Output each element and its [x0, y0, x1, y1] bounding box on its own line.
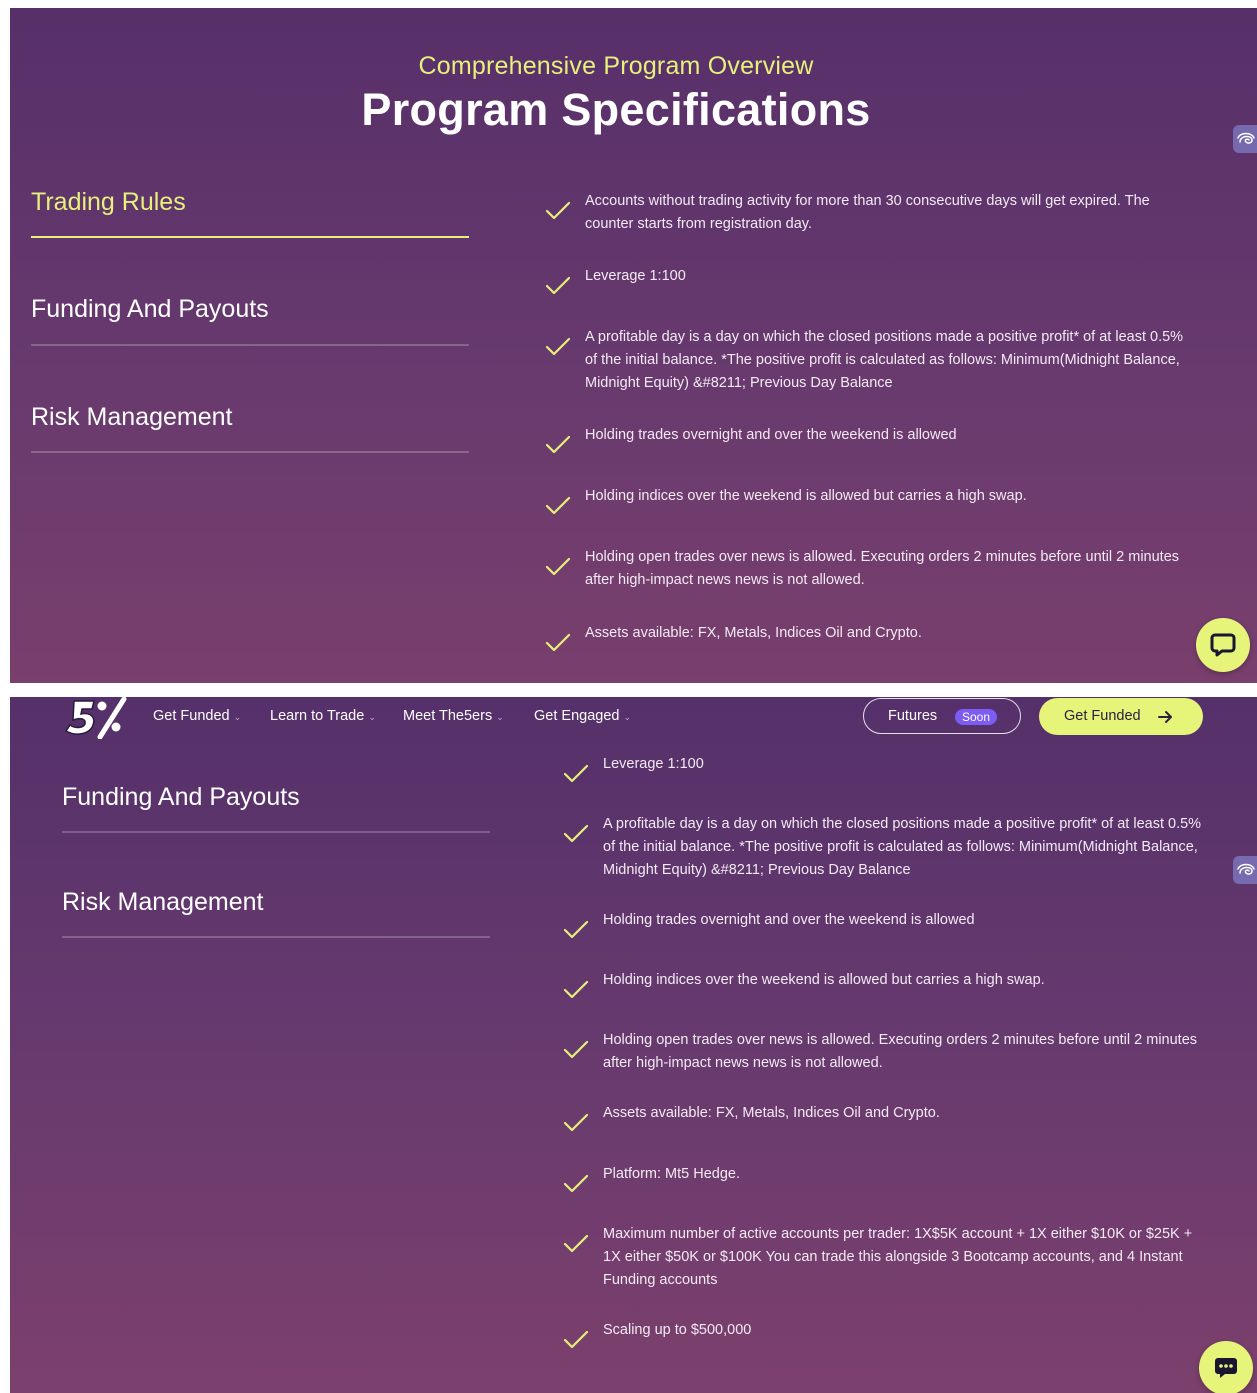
check-icon — [545, 557, 571, 576]
chat-button[interactable] — [1199, 1341, 1253, 1393]
check-icon — [563, 1113, 589, 1132]
tab-risk-management[interactable]: Risk Management — [31, 403, 469, 455]
tab-label: Funding And Payouts — [62, 783, 300, 811]
chevron-down-icon: ⌄ — [623, 712, 632, 722]
chevron-down-icon: ⌄ — [368, 712, 376, 722]
accessibility-icon — [1237, 863, 1255, 875]
tab-underline — [31, 344, 469, 346]
check-icon — [563, 920, 589, 939]
section-title: Program Specifications — [361, 84, 871, 135]
check-icon — [545, 276, 571, 295]
chat-button[interactable] — [1196, 618, 1250, 672]
rule-text: Holding indices over the weekend is allo… — [585, 488, 1027, 504]
futures-label: Futures — [888, 708, 938, 724]
tab-underline — [31, 451, 469, 453]
rule-text: Holding indices over the weekend is allo… — [603, 972, 1045, 988]
nav-item-learn-to-trade[interactable]: Learn to Trade ⌄ — [270, 708, 376, 724]
site-logo[interactable] — [64, 697, 134, 739]
specs-panel-top: Comprehensive Program Overview Program S… — [10, 8, 1257, 683]
tab-label: Trading Rules — [31, 188, 186, 216]
chat-bubble-icon — [1215, 1358, 1237, 1378]
check-icon — [563, 1330, 589, 1349]
chevron-down-icon: ⌄ — [496, 712, 504, 722]
tab-label: Risk Management — [62, 888, 264, 916]
rule-text: Holding open trades over news is allowed… — [585, 549, 1180, 588]
nav-item-get-engaged[interactable]: Get Engaged ⌄ — [534, 708, 631, 724]
tab-underline — [62, 936, 490, 938]
tab-risk-management[interactable]: Risk Management — [62, 888, 490, 940]
rule-text: Platform: Mt5 Hedge. — [603, 1166, 740, 1182]
site-navbar: Get Funded ⌄ Learn to Trade ⌄ Meet The5ers… — [10, 697, 1257, 741]
rule-text: Holding open trades over news is allowed… — [603, 1032, 1198, 1071]
check-icon — [563, 824, 589, 843]
tab-underline — [62, 831, 490, 833]
tab-trading-rules[interactable]: Trading Rules — [31, 188, 469, 240]
rule-text: Assets available: FX, Metals, Indices Oi… — [603, 1105, 940, 1121]
chat-bubble-icon — [1210, 633, 1236, 657]
rule-text: Assets available: FX, Metals, Indices Oi… — [585, 625, 922, 641]
nav-item-get-funded[interactable]: Get Funded ⌄ — [153, 708, 241, 724]
arrow-right-icon — [1158, 711, 1172, 723]
check-icon — [545, 337, 571, 356]
check-icon — [563, 1234, 589, 1253]
soon-badge: Soon — [955, 709, 998, 725]
nav-item-meet-the5ers[interactable]: Meet The5ers ⌄ — [403, 708, 504, 724]
rule-text: Scaling up to $500,000 — [603, 1322, 752, 1338]
nav-item-label: Get Engaged — [534, 708, 620, 724]
check-icon — [563, 764, 589, 783]
tab-underline — [31, 236, 469, 238]
accessibility-icon — [1237, 132, 1255, 144]
tab-funding-and-payouts[interactable]: Funding And Payouts — [31, 295, 469, 347]
tab-label: Risk Management — [31, 403, 233, 431]
tab-funding-and-payouts[interactable]: Funding And Payouts — [62, 783, 490, 835]
section-eyebrow: Comprehensive Program Overview — [418, 52, 814, 80]
rule-text: A profitable day is a day on which the c… — [603, 816, 1202, 878]
nav-item-label: Learn to Trade — [270, 708, 365, 724]
check-icon — [545, 633, 571, 652]
rule-text: Holding trades overnight and over the we… — [585, 427, 957, 443]
check-icon — [545, 496, 571, 515]
rule-text: Maximum number of active accounts per tr… — [603, 1226, 1193, 1288]
get-funded-cta-button[interactable]: Get Funded — [1039, 698, 1203, 735]
rule-text: A profitable day is a day on which the c… — [585, 329, 1184, 391]
tab-label: Funding And Payouts — [31, 295, 269, 323]
check-icon — [545, 201, 571, 220]
cta-label: Get Funded — [1064, 708, 1141, 724]
rule-text: Accounts without trading activity for mo… — [585, 193, 1150, 232]
rule-text: Holding trades overnight and over the we… — [603, 912, 975, 928]
specs-panel-bottom: Get Funded ⌄ Learn to Trade ⌄ Meet The5ers… — [10, 697, 1257, 1393]
check-icon — [563, 980, 589, 999]
accessibility-tab[interactable] — [1233, 125, 1257, 153]
check-icon — [545, 435, 571, 454]
rule-text: Leverage 1:100 — [603, 756, 704, 772]
check-icon — [563, 1174, 589, 1193]
futures-button[interactable]: Futures Soon — [863, 698, 1021, 734]
nav-item-label: Get Funded — [153, 708, 230, 724]
check-icon — [563, 1040, 589, 1059]
accessibility-tab[interactable] — [1233, 856, 1257, 884]
rule-text: Leverage 1:100 — [585, 268, 686, 284]
nav-item-label: Meet The5ers — [403, 708, 493, 724]
chevron-down-icon: ⌄ — [233, 712, 242, 722]
